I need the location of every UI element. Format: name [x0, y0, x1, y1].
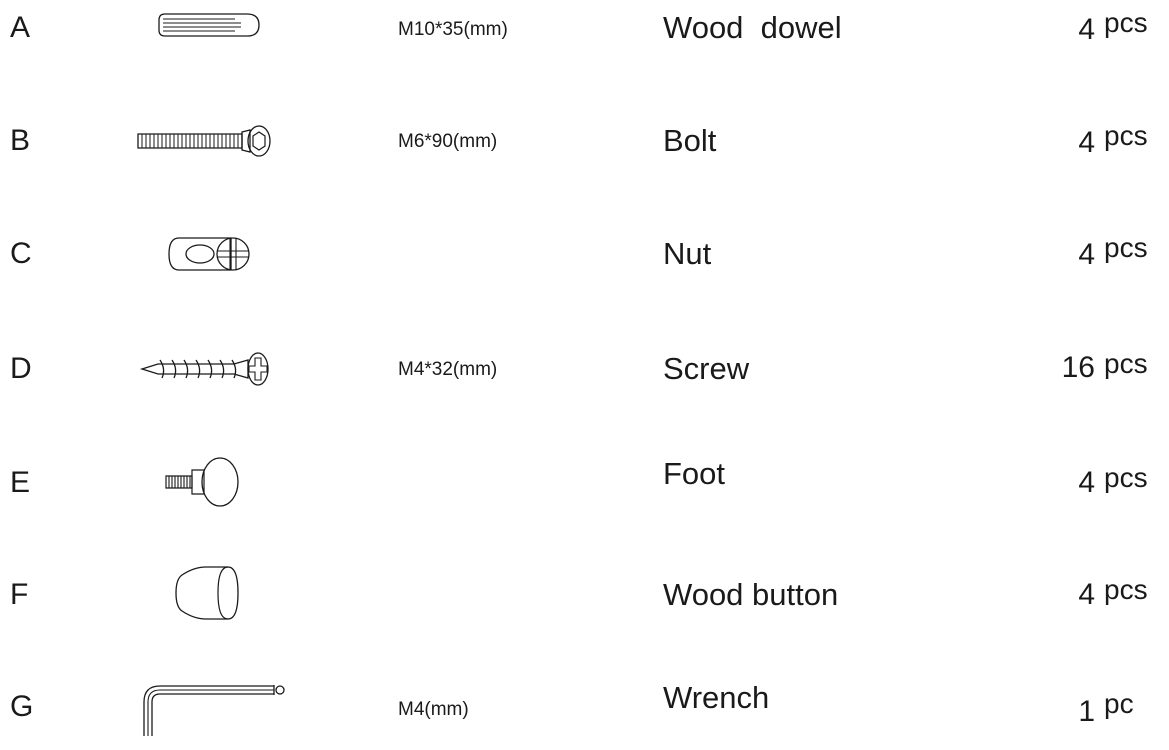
- part-quantity: 4: [1078, 126, 1095, 159]
- part-unit: pcs: [1104, 232, 1148, 263]
- part-letter: C: [10, 237, 32, 270]
- part-letter: F: [10, 578, 29, 611]
- part-name: Bolt: [663, 123, 717, 158]
- part-quantity: 16: [1061, 351, 1095, 384]
- part-quantity: 1: [1078, 695, 1095, 728]
- part-unit: pcs: [1104, 462, 1148, 493]
- part-name: Wood button: [663, 577, 839, 612]
- part-spec: M10*35(mm): [398, 19, 508, 40]
- part-row-d: D M4*32(mm) Screw 16 pcs: [0, 339, 1169, 429]
- part-letter: A: [10, 11, 31, 44]
- part-row-c: C Nut 4 pcs: [0, 226, 1169, 316]
- part-spec: M4*32(mm): [398, 359, 498, 380]
- foot-icon: [164, 454, 254, 510]
- part-unit: pcs: [1104, 348, 1148, 379]
- part-row-e: E Foot 4 pcs: [0, 452, 1169, 542]
- part-name: Foot: [663, 456, 726, 491]
- wood-screw-icon: [138, 348, 278, 388]
- part-name: Nut: [663, 236, 712, 271]
- part-letter: G: [10, 690, 34, 723]
- part-letter: E: [10, 466, 31, 499]
- part-letter: D: [10, 352, 32, 385]
- part-unit: pcs: [1104, 120, 1148, 151]
- allen-wrench-icon: [134, 676, 294, 736]
- part-quantity: 4: [1078, 238, 1095, 271]
- part-quantity: 4: [1078, 466, 1095, 499]
- part-row-f: F Wood button 4 pcs: [0, 563, 1169, 653]
- part-letter: B: [10, 124, 31, 157]
- part-row-b: B M6*90(mm) Bolt 4 pcs: [0, 112, 1169, 202]
- part-row-g: G M4(mm) Wrench 1 pc: [0, 660, 1169, 750]
- part-name: Wrench: [663, 680, 770, 715]
- bolt-icon: [136, 124, 276, 158]
- part-row-a: A M10*35(mm) Wood dowel 4 pcs: [0, 0, 1169, 90]
- part-spec: M4(mm): [398, 699, 469, 720]
- part-name: Wood dowel: [663, 10, 842, 45]
- barrel-nut-icon: [165, 234, 255, 274]
- part-spec: M6*90(mm): [398, 131, 498, 152]
- wood-dowel-icon: [155, 10, 265, 40]
- part-unit: pcs: [1104, 7, 1148, 38]
- part-quantity: 4: [1078, 13, 1095, 46]
- part-name: Screw: [663, 351, 750, 386]
- part-unit: pc: [1104, 688, 1134, 719]
- part-unit: pcs: [1104, 574, 1148, 605]
- wood-button-icon: [172, 563, 242, 625]
- part-quantity: 4: [1078, 578, 1095, 611]
